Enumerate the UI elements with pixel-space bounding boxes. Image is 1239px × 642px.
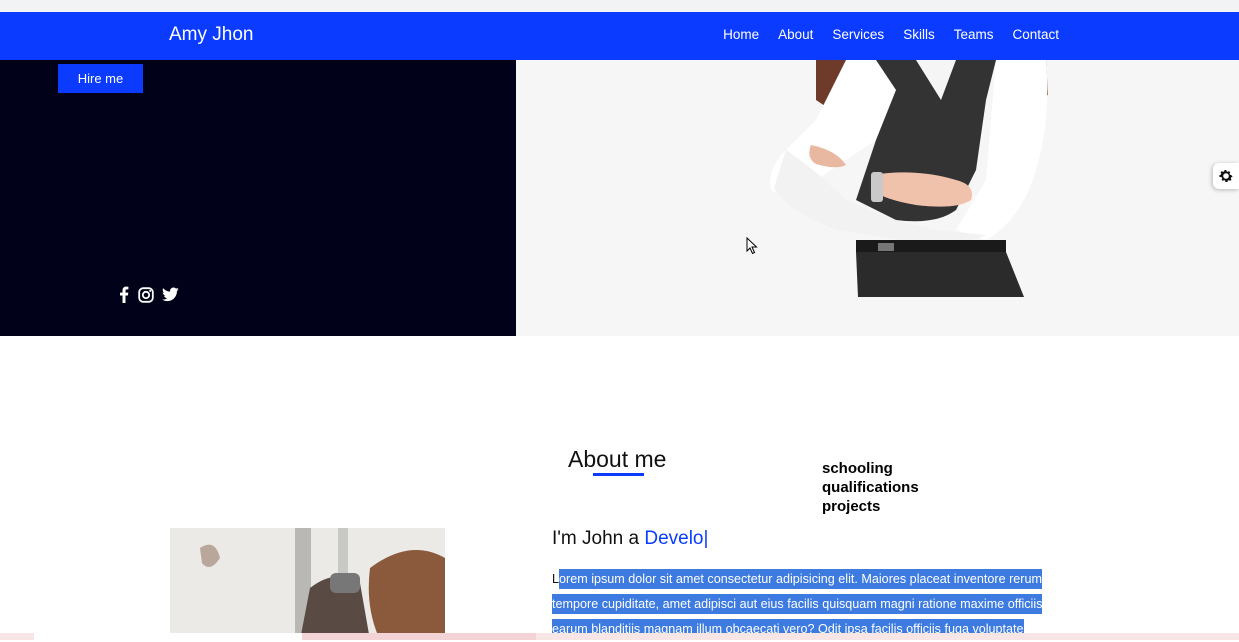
mouse-cursor-icon — [746, 237, 758, 255]
intro-heading: I'm John a Develo| — [552, 528, 708, 550]
about-title: About me — [568, 446, 667, 472]
intro-prefix: I'm John a — [552, 528, 645, 549]
about-title-underline — [593, 473, 644, 476]
about-photo — [170, 528, 445, 640]
selected-paragraph-text: orem ipsum dolor sit amet consectetur ad… — [552, 569, 1043, 639]
nav-contact[interactable]: Contact — [1012, 27, 1059, 42]
intro-typed-role: Develo — [644, 528, 704, 549]
nav-teams[interactable]: Teams — [954, 27, 994, 42]
instagram-icon[interactable] — [138, 286, 154, 308]
nav-services[interactable]: Services — [832, 27, 884, 42]
hero-left-panel: Hire me — [0, 60, 516, 336]
gear-icon — [1219, 170, 1233, 182]
typing-caret: | — [703, 528, 709, 549]
facebook-icon[interactable] — [118, 286, 130, 308]
nav-home[interactable]: Home — [723, 27, 759, 42]
about-paragraph: Lorem ipsum dolor sit amet consectetur a… — [552, 567, 1044, 642]
bottom-strip — [0, 633, 1239, 640]
tab-projects[interactable]: projects — [822, 497, 919, 516]
hero-photo-panel — [516, 60, 1239, 336]
settings-gear-button[interactable] — [1213, 163, 1239, 189]
nav-about[interactable]: About — [778, 27, 813, 42]
paragraph-first-letter: L — [552, 572, 560, 586]
social-links — [118, 286, 179, 308]
tab-qualifications[interactable]: qualifications — [822, 478, 919, 497]
brand-logo[interactable]: Amy Jhon — [169, 24, 253, 46]
nav-links: Home About Services Skills Teams Contact — [723, 27, 1059, 42]
hero-portrait-image — [770, 60, 1048, 297]
tab-schooling[interactable]: schooling — [822, 459, 919, 478]
hire-me-button[interactable]: Hire me — [58, 64, 143, 93]
nav-skills[interactable]: Skills — [903, 27, 935, 42]
twitter-icon[interactable] — [162, 287, 179, 307]
navbar: Amy Jhon Home About Services Skills Team… — [0, 12, 1239, 60]
about-tab-list: schooling qualifications projects — [822, 459, 919, 516]
